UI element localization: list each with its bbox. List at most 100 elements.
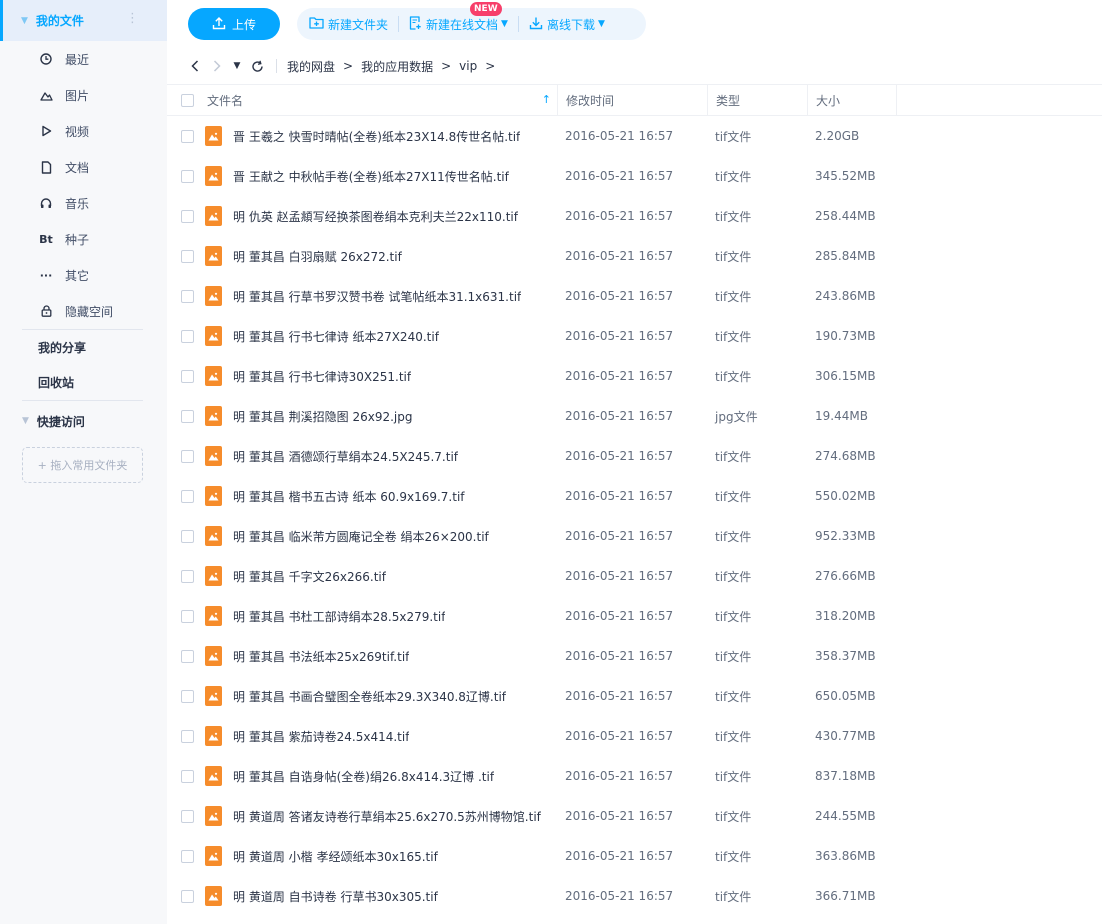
table-row[interactable]: 明 董其昌 行书七律诗30X251.tif 2016-05-21 16:57 tif… xyxy=(167,356,1102,396)
table-row[interactable]: 明 董其昌 荆溪招隐图 26x92.jpg 2016-05-21 16:57 jpg… xyxy=(167,396,1102,436)
file-name[interactable]: 明 董其昌 行草书罗汉赞书卷 试笔帖纸本31.1x631.tif xyxy=(233,288,521,305)
sidebar-item-torrents[interactable]: Bt 种子 xyxy=(0,221,167,257)
checkbox[interactable] xyxy=(180,449,194,463)
file-name[interactable]: 明 董其昌 白羽扇赋 26x272.tif xyxy=(233,248,402,265)
file-name-cell[interactable]: 明 董其昌 行书七律诗 纸本27X240.tif xyxy=(205,316,557,356)
row-checkbox[interactable] xyxy=(167,116,207,156)
table-row[interactable]: 明 董其昌 临米芾方圆庵记全卷 绢本26×200.tif 2016-05-21 1… xyxy=(167,516,1102,556)
file-name[interactable]: 明 董其昌 酒德颂行草绢本24.5X245.7.tif xyxy=(233,448,458,465)
table-row[interactable]: 明 董其昌 行书七律诗 纸本27X240.tif 2016-05-21 16:57… xyxy=(167,316,1102,356)
file-name[interactable]: 明 董其昌 书画合璧图全卷纸本29.3X340.8辽博.tif xyxy=(233,688,506,705)
refresh-icon[interactable] xyxy=(246,60,268,73)
table-row[interactable]: 晋 王羲之 快雪时晴帖(全卷)纸本23X14.8传世名帖.tif 2016-05-… xyxy=(167,116,1102,156)
table-row[interactable]: 明 黄道周 自书诗卷 行草书30x305.tif 2016-05-21 16:57… xyxy=(167,876,1102,916)
select-all-checkbox[interactable] xyxy=(167,85,207,115)
checkbox[interactable] xyxy=(180,329,194,343)
sort-arrow-up-icon[interactable]: ↑ xyxy=(542,93,551,106)
sidebar-item-recent[interactable]: 最近 xyxy=(0,41,167,77)
sidebar-quick-access[interactable]: ▼ 快捷访问 xyxy=(0,401,167,441)
file-name[interactable]: 明 董其昌 行书七律诗 纸本27X240.tif xyxy=(233,328,439,345)
table-row[interactable]: 明 董其昌 千字文26x266.tif 2016-05-21 16:57 tif文件… xyxy=(167,556,1102,596)
checkbox[interactable] xyxy=(180,489,194,503)
checkbox[interactable] xyxy=(180,249,194,263)
table-row[interactable]: 明 董其昌 行草书罗汉赞书卷 试笔帖纸本31.1x631.tif 2016-05-… xyxy=(167,276,1102,316)
history-dropdown-icon[interactable]: ▼ xyxy=(228,61,246,71)
row-checkbox[interactable] xyxy=(167,516,207,556)
checkbox[interactable] xyxy=(180,209,194,223)
file-name-cell[interactable]: 明 董其昌 书法纸本25x269tif.tif xyxy=(205,636,557,676)
file-name[interactable]: 明 董其昌 行书七律诗30X251.tif xyxy=(233,368,411,385)
row-checkbox[interactable] xyxy=(167,356,207,396)
new-online-doc-button[interactable]: 新建在线文档 ▼ NEW xyxy=(409,1,508,33)
file-name-cell[interactable]: 晋 王羲之 快雪时晴帖(全卷)纸本23X14.8传世名帖.tif xyxy=(205,116,557,156)
row-checkbox[interactable] xyxy=(167,196,207,236)
header-time[interactable]: 修改时间 xyxy=(557,85,707,115)
file-name-cell[interactable]: 明 董其昌 酒德颂行草绢本24.5X245.7.tif xyxy=(205,436,557,476)
checkbox[interactable] xyxy=(180,289,194,303)
table-row[interactable]: 明 黄道周 答诸友诗卷行草绢本25.6x270.5苏州博物馆.tif 2016-0… xyxy=(167,796,1102,836)
file-name-cell[interactable]: 明 董其昌 书杜工部诗绢本28.5x279.tif xyxy=(205,596,557,636)
checkbox[interactable] xyxy=(180,93,194,107)
file-name-cell[interactable]: 明 董其昌 行书七律诗30X251.tif xyxy=(205,356,557,396)
row-checkbox[interactable] xyxy=(167,476,207,516)
file-name-cell[interactable]: 明 董其昌 紫茄诗卷24.5x414.tif xyxy=(205,716,557,756)
checkbox[interactable] xyxy=(180,129,194,143)
header-size[interactable]: 大小 xyxy=(807,85,897,115)
row-checkbox[interactable] xyxy=(167,396,207,436)
sidebar-my-files[interactable]: ▼ 我的文件 ⋮ xyxy=(0,0,167,41)
file-name[interactable]: 明 董其昌 临米芾方圆庵记全卷 绢本26×200.tif xyxy=(233,528,489,545)
row-checkbox[interactable] xyxy=(167,756,207,796)
checkbox[interactable] xyxy=(180,569,194,583)
file-name[interactable]: 明 董其昌 紫茄诗卷24.5x414.tif xyxy=(233,728,409,745)
file-name[interactable]: 晋 王羲之 快雪时晴帖(全卷)纸本23X14.8传世名帖.tif xyxy=(233,128,520,145)
table-row[interactable]: 明 董其昌 酒德颂行草绢本24.5X245.7.tif 2016-05-21 16… xyxy=(167,436,1102,476)
row-checkbox[interactable] xyxy=(167,276,207,316)
table-row[interactable]: 晋 王献之 中秋帖手卷(全卷)纸本27X11传世名帖.tif 2016-05-21… xyxy=(167,156,1102,196)
table-row[interactable]: 明 董其昌 白羽扇赋 26x272.tif 2016-05-21 16:57 tif… xyxy=(167,236,1102,276)
row-checkbox[interactable] xyxy=(167,556,207,596)
sidebar-my-share[interactable]: 我的分享 xyxy=(0,330,167,365)
more-vertical-icon[interactable]: ⋮ xyxy=(126,12,139,25)
row-checkbox[interactable] xyxy=(167,236,207,276)
file-name-cell[interactable]: 明 董其昌 书画合璧图全卷纸本29.3X340.8辽博.tif xyxy=(205,676,557,716)
sidebar-item-other[interactable]: ··· 其它 xyxy=(0,257,167,293)
file-name-cell[interactable]: 明 董其昌 千字文26x266.tif xyxy=(205,556,557,596)
checkbox[interactable] xyxy=(180,769,194,783)
sidebar-item-music[interactable]: 音乐 xyxy=(0,185,167,221)
sidebar-item-videos[interactable]: 视频 xyxy=(0,113,167,149)
row-checkbox[interactable] xyxy=(167,596,207,636)
checkbox[interactable] xyxy=(180,809,194,823)
file-name-cell[interactable]: 明 董其昌 自诰身帖(全卷)绢26.8x414.3辽博 .tif xyxy=(205,756,557,796)
file-name-cell[interactable]: 明 董其昌 行草书罗汉赞书卷 试笔帖纸本31.1x631.tif xyxy=(205,276,557,316)
drop-folder-zone[interactable]: + 拖入常用文件夹 xyxy=(22,447,143,483)
back-icon[interactable] xyxy=(184,60,206,72)
file-name-cell[interactable]: 晋 王献之 中秋帖手卷(全卷)纸本27X11传世名帖.tif xyxy=(205,156,557,196)
row-checkbox[interactable] xyxy=(167,636,207,676)
checkbox[interactable] xyxy=(180,689,194,703)
file-name[interactable]: 明 黄道周 自书诗卷 行草书30x305.tif xyxy=(233,888,438,905)
file-name[interactable]: 晋 王献之 中秋帖手卷(全卷)纸本27X11传世名帖.tif xyxy=(233,168,509,185)
breadcrumb-item[interactable]: vip xyxy=(459,59,477,73)
file-name[interactable]: 明 黄道周 小楷 孝经颂纸本30x165.tif xyxy=(233,848,438,865)
checkbox[interactable] xyxy=(180,369,194,383)
file-name[interactable]: 明 董其昌 书杜工部诗绢本28.5x279.tif xyxy=(233,608,445,625)
file-name[interactable]: 明 黄道周 答诸友诗卷行草绢本25.6x270.5苏州博物馆.tif xyxy=(233,808,541,825)
row-checkbox[interactable] xyxy=(167,676,207,716)
file-name-cell[interactable]: 明 黄道周 自书诗卷 行草书30x305.tif xyxy=(205,876,557,916)
breadcrumb-item[interactable]: 我的应用数据 xyxy=(361,58,433,75)
offline-download-button[interactable]: 离线下载 ▼ xyxy=(529,16,605,33)
checkbox[interactable] xyxy=(180,649,194,663)
file-name[interactable]: 明 董其昌 书法纸本25x269tif.tif xyxy=(233,648,409,665)
checkbox[interactable] xyxy=(180,409,194,423)
row-checkbox[interactable] xyxy=(167,156,207,196)
file-name[interactable]: 明 董其昌 自诰身帖(全卷)绢26.8x414.3辽博 .tif xyxy=(233,768,494,785)
header-type[interactable]: 类型 xyxy=(707,85,807,115)
checkbox[interactable] xyxy=(180,889,194,903)
upload-button[interactable]: 上传 xyxy=(188,8,280,40)
sidebar-item-documents[interactable]: 文档 xyxy=(0,149,167,185)
file-name-cell[interactable]: 明 董其昌 荆溪招隐图 26x92.jpg xyxy=(205,396,557,436)
checkbox[interactable] xyxy=(180,729,194,743)
sidebar-item-images[interactable]: 图片 xyxy=(0,77,167,113)
file-name[interactable]: 明 董其昌 楷书五古诗 纸本 60.9x169.7.tif xyxy=(233,488,465,505)
file-name[interactable]: 明 董其昌 荆溪招隐图 26x92.jpg xyxy=(233,408,412,425)
